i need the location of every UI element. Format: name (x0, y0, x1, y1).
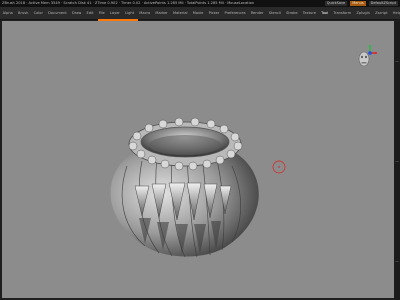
sculpted-vase-mesh[interactable] (97, 106, 272, 266)
right-tray-edge[interactable] (394, 21, 400, 300)
menu-texture[interactable]: Texture (300, 7, 318, 19)
menu-edit[interactable]: Edit (84, 7, 96, 19)
menu-alpha[interactable]: Alpha (0, 7, 15, 19)
navigation-head-gizmo-icon[interactable] (354, 43, 380, 69)
menu-tool[interactable]: Tool (319, 7, 331, 19)
brush-cursor-icon (272, 160, 286, 174)
menu-layer[interactable]: Layer (107, 7, 122, 19)
menu-zscript[interactable]: Zscript (373, 7, 391, 19)
viewport-canvas[interactable] (2, 21, 394, 298)
tray-divider (395, 261, 399, 262)
menu-material[interactable]: Material (170, 7, 190, 19)
menu-movie[interactable]: Movie (190, 7, 206, 19)
menu-bar: Alpha Brush Color Document Draw Edit Fil… (0, 7, 400, 20)
menu-color[interactable]: Color (31, 7, 46, 19)
tray-divider (395, 61, 399, 62)
menu-preferences[interactable]: Preferences (222, 7, 248, 19)
default-zscript-button[interactable]: DefaultZScript (368, 1, 398, 6)
quicksave-button[interactable]: QuickSave (324, 1, 348, 6)
status-info: ZBrush 2018 · Active Mem 3549 · Scratch … (2, 1, 255, 5)
title-bar: ZBrush 2018 · Active Mem 3549 · Scratch … (0, 0, 400, 7)
menus-button[interactable]: Menus (350, 1, 366, 6)
menu-picker[interactable]: Picker (206, 7, 222, 19)
menu-zplugin[interactable]: Zplugin (354, 7, 373, 19)
menu-draw[interactable]: Draw (69, 7, 84, 19)
menu-help[interactable]: Help (390, 7, 400, 19)
menu-light[interactable]: Light (123, 7, 137, 19)
menu-brush[interactable]: Brush (15, 7, 31, 19)
menu-macro[interactable]: Macro (137, 7, 153, 19)
tray-divider (395, 161, 399, 162)
menu-document[interactable]: Document (46, 7, 70, 19)
menu-stroke[interactable]: Stroke (284, 7, 301, 19)
menu-stencil[interactable]: Stencil (266, 7, 283, 19)
title-bar-buttons: QuickSave Menus DefaultZScript (324, 1, 398, 6)
menu-file[interactable]: File (96, 7, 107, 19)
menu-marker[interactable]: Marker (153, 7, 171, 19)
menu-transform[interactable]: Transform (331, 7, 354, 19)
menu-render[interactable]: Render (248, 7, 266, 19)
